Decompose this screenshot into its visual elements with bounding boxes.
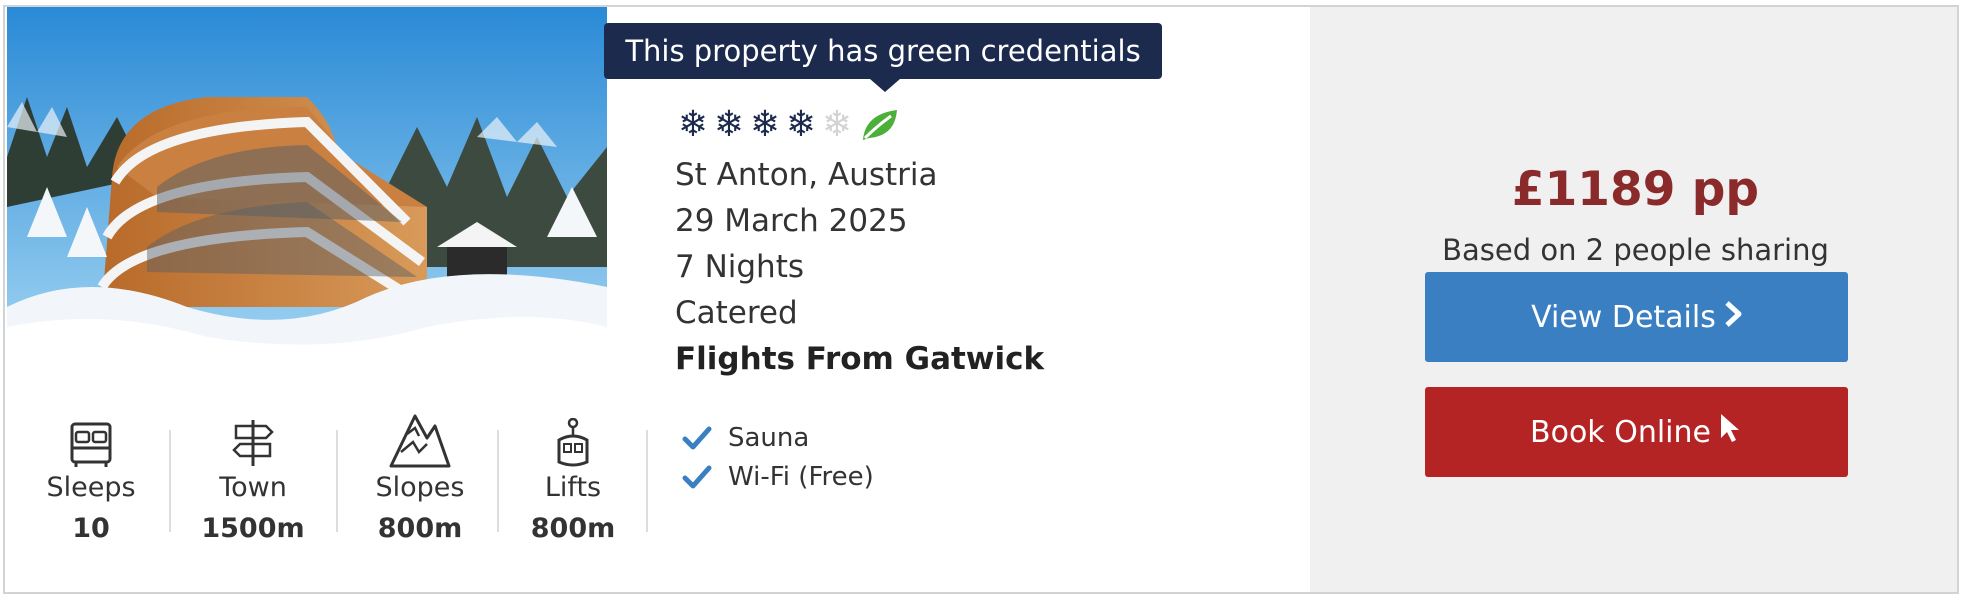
feature-value: 800m [530,513,616,544]
snowflake-star-empty-icon: ❄ [821,104,853,145]
feature-label: Slopes [375,472,465,503]
feature-divider [646,430,648,532]
book-online-button[interactable]: Book Online [1425,387,1848,477]
mountain-icon [340,402,500,468]
feature-label: Sleeps [46,472,136,503]
property-photo[interactable] [7,7,607,356]
feature-lifts: Lifts 800m [493,402,653,544]
star-rating: ❄ ❄ ❄ ❄ ❄ [675,106,901,144]
feature-slopes: Slopes 800m [340,402,500,544]
amenity-label: Wi-Fi (Free) [728,462,874,492]
bed-icon [11,402,171,468]
gondola-icon [493,402,653,468]
feature-value: 1500m [201,513,305,544]
cursor-pointer-icon [1719,412,1743,452]
chevron-right-icon [1724,300,1742,335]
duration: 7 Nights [675,249,805,285]
board-type: Catered [675,295,798,331]
leaf-icon[interactable] [859,106,901,144]
amenity-item: Sauna [682,423,809,453]
feature-sleeps: Sleeps 10 [11,402,171,544]
feature-town: Town 1500m [173,402,333,544]
feature-value: 10 [72,513,110,544]
property-card: This property has green credentials ❄ ❄ … [3,5,1959,594]
check-icon [682,426,712,450]
check-icon [682,465,712,489]
view-details-label: View Details [1531,299,1716,335]
feature-divider [336,430,338,532]
signpost-icon [173,402,333,468]
snowflake-star-icon: ❄ [785,104,817,145]
price: £1189 pp [1511,162,1760,217]
snowflake-star-icon: ❄ [713,104,745,145]
view-details-button[interactable]: View Details [1425,272,1848,362]
book-online-label: Book Online [1530,414,1711,450]
green-credentials-tooltip: This property has green credentials [604,23,1162,79]
feature-label: Town [219,472,287,503]
price-note: Based on 2 people sharing [1442,233,1829,267]
pricing-panel: £1189 pp Based on 2 people sharing View … [1310,7,1957,592]
snowflake-star-icon: ❄ [749,104,781,145]
flights-info: Flights From Gatwick [675,341,1045,377]
feature-value: 800m [377,513,463,544]
location: St Anton, Austria [675,157,938,193]
amenity-label: Sauna [728,423,810,453]
feature-divider [169,430,171,532]
snowflake-star-icon: ❄ [677,104,709,145]
tooltip-arrow [870,79,900,92]
feature-label: Lifts [544,472,602,503]
amenity-item: Wi-Fi (Free) [682,462,874,492]
departure-date: 29 March 2025 [675,203,908,239]
